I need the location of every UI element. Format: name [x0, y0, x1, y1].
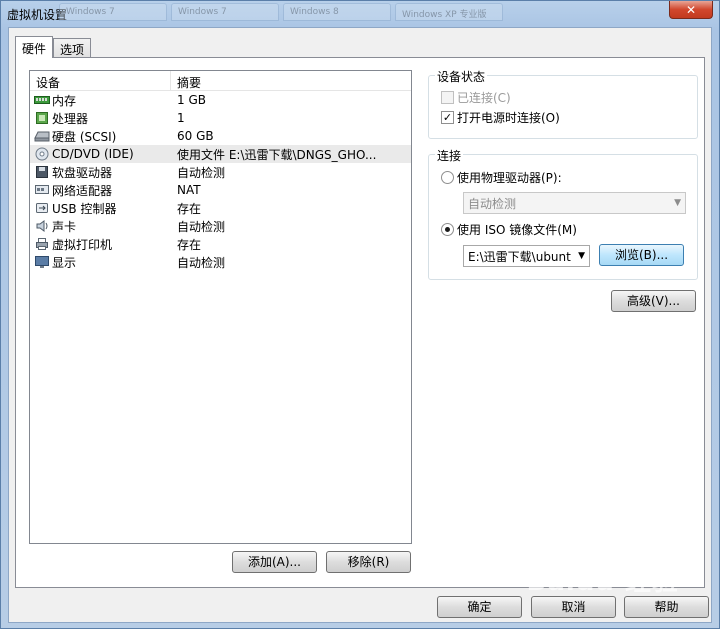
device-name: 声卡 [52, 219, 77, 234]
device-name: 内存 [52, 93, 77, 108]
browse-button[interactable]: 浏览(B)... [599, 244, 684, 266]
device-row-memory[interactable]: 内存 1 GB [30, 91, 411, 109]
chevron-down-icon: ▼ [674, 198, 681, 208]
connected-label: 已连接(C) [457, 91, 511, 105]
title-bar[interactable]: 虚拟机设置 Windows 7 Windows 7 Windows 8 Wind… [1, 1, 719, 27]
chevron-down-icon: ▼ [578, 251, 585, 261]
remove-device-button[interactable]: 移除(R) [326, 551, 411, 573]
device-status-label: 设备状态 [435, 68, 488, 85]
device-row-usb[interactable]: USB 控制器 存在 [30, 199, 411, 217]
checkmark-icon: ✓ [441, 111, 454, 124]
cdrom-icon [34, 147, 50, 161]
device-summary: NAT [177, 183, 201, 197]
radio-circle-selected [441, 223, 454, 236]
physical-drive-value: 自动检测 [468, 196, 517, 211]
connect-on-power-label: 打开电源时连接(O) [457, 111, 560, 125]
background-tabs: Windows 7 Windows 7 Windows 8 Windows XP… [59, 3, 503, 23]
device-summary: 1 [177, 111, 185, 125]
device-status-group: 设备状态 已连接(C) ✓ 打开电源时连接(O) [428, 68, 698, 139]
cancel-button[interactable]: 取消 [531, 596, 616, 618]
iso-image-radio[interactable]: 使用 ISO 镜像文件(M) [441, 221, 577, 238]
device-summary: 存在 [177, 201, 202, 216]
device-name: CD/DVD (IDE) [52, 147, 134, 161]
watermark: Baidu 经验 [526, 567, 679, 597]
device-row-network[interactable]: 网络适配器 NAT [30, 181, 411, 199]
display-icon [34, 255, 50, 269]
device-row-display[interactable]: 显示 自动检测 [30, 253, 411, 271]
close-icon: ✕ [685, 2, 697, 17]
sound-card-icon [34, 219, 50, 233]
device-row-floppy[interactable]: 软盘驱动器 自动检测 [30, 163, 411, 181]
ok-button[interactable]: 确定 [437, 596, 522, 618]
tab-options[interactable]: 选项 [53, 38, 92, 58]
iso-image-label: 使用 ISO 镜像文件(M) [457, 223, 577, 237]
device-summary: 1 GB [177, 93, 206, 107]
background-tab: Windows 7 [59, 3, 167, 21]
device-name: 网络适配器 [52, 183, 113, 198]
close-button[interactable]: ✕ [669, 1, 713, 19]
column-header-device[interactable]: 设备 [30, 71, 171, 90]
device-row-harddisk[interactable]: 硬盘 (SCSI) 60 GB [30, 127, 411, 145]
background-tab: Windows 8 [283, 3, 391, 21]
floppy-icon [34, 165, 50, 179]
device-name: 软盘驱动器 [52, 165, 113, 180]
device-summary: 使用文件 E:\迅雷下载\DNGS_GHO... [177, 147, 377, 162]
device-summary: 自动检测 [177, 165, 226, 180]
connect-on-power-checkbox[interactable]: ✓ 打开电源时连接(O) [441, 109, 560, 126]
device-row-sound[interactable]: 声卡 自动检测 [30, 217, 411, 235]
device-name: USB 控制器 [52, 201, 117, 216]
device-summary: 存在 [177, 237, 202, 252]
background-tab: Windows 7 [171, 3, 279, 21]
connection-group: 连接 使用物理驱动器(P): 自动检测 ▼ 使用 ISO 镜像文件(M) E:\… [428, 147, 698, 280]
harddisk-icon [34, 129, 50, 143]
vm-settings-window: 虚拟机设置 Windows 7 Windows 7 Windows 8 Wind… [0, 0, 720, 629]
device-list-header: 设备 摘要 [30, 71, 411, 91]
physical-drive-radio[interactable]: 使用物理驱动器(P): [441, 169, 562, 186]
hardware-panel: 设备 摘要 内存 1 GB 处理器 1 硬盘 (SCSI) 60 GB CD/D… [15, 57, 705, 588]
physical-drive-select[interactable]: 自动检测 ▼ [463, 192, 686, 214]
device-summary: 自动检测 [177, 219, 226, 234]
iso-path-value: E:\迅雷下载\ubunt [468, 249, 571, 264]
device-summary: 60 GB [177, 129, 214, 143]
iso-path-select[interactable]: E:\迅雷下载\ubunt ▼ [463, 245, 590, 267]
add-device-button[interactable]: 添加(A)... [232, 551, 317, 573]
column-header-summary[interactable]: 摘要 [171, 71, 411, 90]
tab-strip: 硬件 选项 [15, 36, 92, 58]
tab-hardware[interactable]: 硬件 [15, 36, 54, 58]
physical-drive-label: 使用物理驱动器(P): [457, 171, 562, 185]
checkbox-box [441, 91, 454, 104]
window-title: 虚拟机设置 [7, 8, 68, 22]
device-row-processor[interactable]: 处理器 1 [30, 109, 411, 127]
background-tab: Windows XP 专业版 [395, 3, 503, 21]
device-summary: 自动检测 [177, 255, 226, 270]
help-button[interactable]: 帮助 [624, 596, 709, 618]
processor-icon [34, 111, 50, 125]
device-name: 显示 [52, 255, 77, 270]
device-name: 硬盘 (SCSI) [52, 129, 117, 144]
connection-label: 连接 [435, 147, 464, 164]
device-name: 虚拟打印机 [52, 237, 113, 252]
memory-icon [34, 93, 50, 107]
device-name: 处理器 [52, 111, 89, 126]
printer-icon [34, 237, 50, 251]
advanced-button[interactable]: 高级(V)... [611, 290, 696, 312]
radio-circle [441, 171, 454, 184]
device-list[interactable]: 设备 摘要 内存 1 GB 处理器 1 硬盘 (SCSI) 60 GB CD/D… [29, 70, 412, 544]
device-row-printer[interactable]: 虚拟打印机 存在 [30, 235, 411, 253]
connected-checkbox[interactable]: 已连接(C) [441, 89, 511, 106]
dialog-client-area: 硬件 选项 设备 摘要 内存 1 GB 处理器 1 硬盘 (SCSI) 60 G… [8, 27, 712, 623]
usb-icon [34, 201, 50, 215]
device-row-cdrom[interactable]: CD/DVD (IDE) 使用文件 E:\迅雷下载\DNGS_GHO... [30, 145, 411, 163]
network-adapter-icon [34, 183, 50, 197]
